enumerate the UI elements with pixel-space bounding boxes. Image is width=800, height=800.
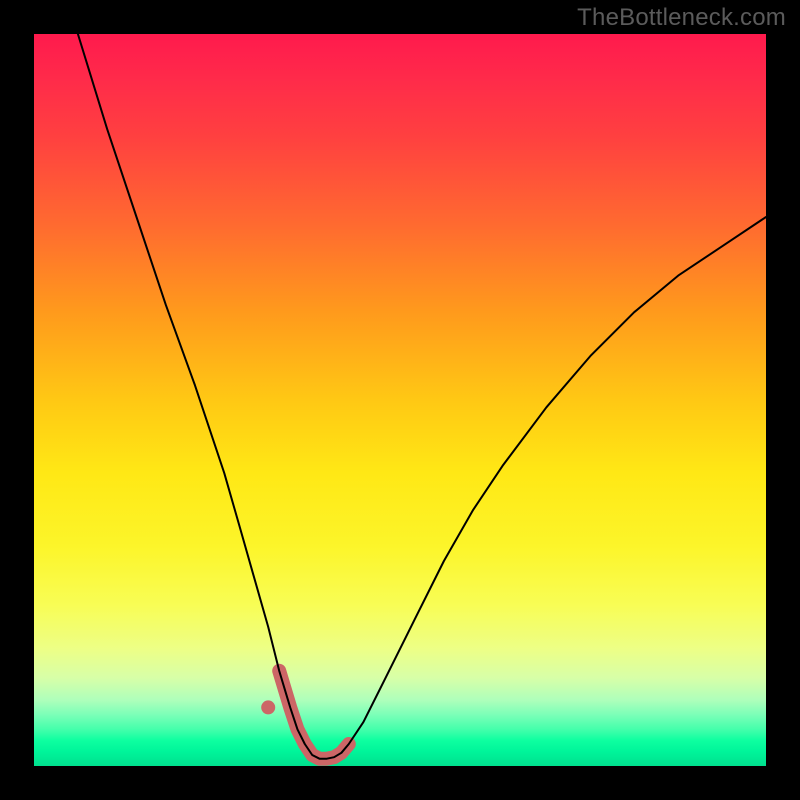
highlight-dot — [261, 700, 275, 714]
watermark-text: TheBottleneck.com — [577, 4, 786, 32]
plot-area — [34, 34, 766, 766]
main-curve — [78, 34, 766, 759]
chart-frame: TheBottleneck.com — [0, 0, 800, 800]
curve-layer — [34, 34, 766, 766]
highlight-segment — [279, 671, 349, 759]
